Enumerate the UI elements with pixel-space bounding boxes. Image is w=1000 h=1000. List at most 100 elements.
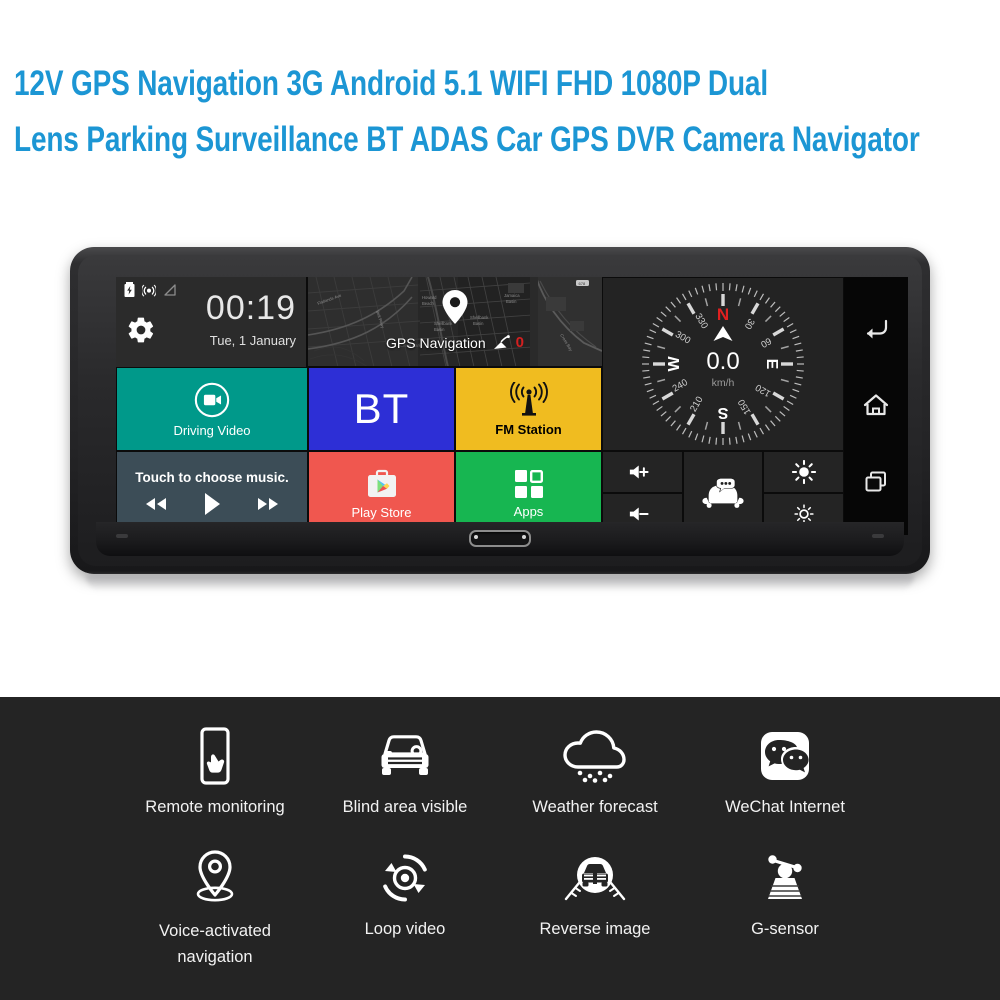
next-track-icon[interactable] xyxy=(256,496,280,512)
compass-widget[interactable]: N E S W 30 60 120 150 210 240 300 330 0.… xyxy=(602,277,844,451)
feature-icon-wrap xyxy=(759,725,811,787)
svg-text:Shellbank: Shellbank xyxy=(470,315,489,320)
volume-down-icon xyxy=(630,507,649,521)
back-button[interactable] xyxy=(863,318,889,340)
svg-text:Beach: Beach xyxy=(422,301,435,306)
compass-speed-unit: km/h xyxy=(712,377,735,389)
tile-label: Apps xyxy=(513,503,544,519)
product-title-line-1: 12V GPS Navigation 3G Android 5.1 WIFI F… xyxy=(14,64,768,103)
compass-speed-value: 0.0 xyxy=(706,348,739,375)
compass-graphic: N E S W 30 60 120 150 210 240 300 330 0.… xyxy=(603,278,843,450)
signal-strength-icon xyxy=(164,283,176,296)
bezel-camera-slot xyxy=(469,530,531,547)
feature-icon-wrap xyxy=(562,725,628,787)
feature-loop-video: Loop video xyxy=(310,847,500,970)
video-camera-icon xyxy=(194,382,230,417)
feature-label: Weather forecast xyxy=(532,798,658,816)
tile-driving-video[interactable]: Driving Video xyxy=(116,367,308,451)
recent-apps-button[interactable] xyxy=(864,470,888,494)
compass-south-label: S xyxy=(717,404,728,421)
screen-right-column: N E S W 30 60 120 150 210 240 300 330 0.… xyxy=(602,277,844,535)
volume-up-icon xyxy=(630,465,649,479)
satellite-count: 0 xyxy=(515,334,524,351)
play-store-icon xyxy=(367,469,396,497)
brightness-high-icon xyxy=(791,460,816,484)
wifi-hotspot-icon xyxy=(142,284,156,296)
feature-icon-wrap xyxy=(193,725,237,787)
product-title-line-2: Lens Parking Surveillance BT ADAS Car GP… xyxy=(14,120,920,159)
device-screen: 00:19 Tue, 1 January Driving Video Touch… xyxy=(116,277,908,535)
feature-label: WeChat Internet xyxy=(725,798,845,816)
loop-recording-icon xyxy=(383,854,427,902)
feature-remote-monitoring: Remote monitoring xyxy=(120,725,310,818)
car-front-icon xyxy=(381,735,429,775)
recent-apps-icon xyxy=(865,471,886,492)
feature-label: Blind area visible xyxy=(342,798,468,816)
feature-g-sensor: G-sensor xyxy=(690,847,880,970)
map-caption: GPS Navigation 0 xyxy=(308,334,602,351)
feature-label: Remote monitoring xyxy=(145,798,285,816)
location-pin-icon xyxy=(196,850,234,902)
screen-middle-column: Flatlands Ave Belt Pkwy Howard Beach She… xyxy=(308,277,602,535)
previous-track-icon[interactable] xyxy=(144,496,168,512)
radio-tower-icon xyxy=(509,381,548,416)
tile-label: Play Store xyxy=(351,504,412,520)
g-sensor-icon xyxy=(768,855,802,899)
feature-icon-wrap xyxy=(189,847,241,909)
tile-fm-station[interactable]: FM Station xyxy=(455,367,602,451)
bluetooth-label: BT xyxy=(353,385,410,432)
feature-voice-activated-navigation: Voice-activated navigation xyxy=(120,847,310,970)
tile-bluetooth[interactable]: BT xyxy=(308,367,455,451)
phone-touch-icon xyxy=(200,727,230,785)
clock-time: 00:19 xyxy=(205,289,296,327)
device-reflection xyxy=(86,575,914,591)
settings-button[interactable] xyxy=(126,315,156,350)
feature-weather-forecast: Weather forecast xyxy=(500,725,690,818)
cloud-rain-icon xyxy=(563,730,626,783)
car-dvr-device: 00:19 Tue, 1 January Driving Video Touch… xyxy=(70,247,930,574)
feature-label: Loop video xyxy=(364,920,446,938)
apps-grid-icon xyxy=(514,469,543,498)
feature-reverse-image: Reverse image xyxy=(500,847,690,970)
volume-up-button[interactable] xyxy=(602,451,683,493)
screen-left-column: 00:19 Tue, 1 January Driving Video Touch… xyxy=(116,277,308,535)
music-player-controls xyxy=(144,492,280,516)
bezel-vent-right xyxy=(872,534,884,538)
gear-icon xyxy=(128,317,154,343)
home-button[interactable] xyxy=(863,393,889,417)
bezel-vent-left xyxy=(116,534,128,538)
device-bezel: 00:19 Tue, 1 January Driving Video Touch… xyxy=(78,255,922,566)
svg-text:Howard: Howard xyxy=(422,295,437,300)
play-icon[interactable] xyxy=(202,492,222,516)
compass-west-label: W xyxy=(666,356,683,372)
feature-icon-wrap xyxy=(563,847,627,909)
wechat-icon xyxy=(761,732,809,780)
tile-label: FM Station xyxy=(495,421,562,437)
feature-label: Voice-activated navigation xyxy=(159,922,271,966)
compass-east-label: E xyxy=(763,359,780,370)
svg-text:Jamaica: Jamaica xyxy=(504,293,520,298)
clock-widget[interactable]: 00:19 Tue, 1 January xyxy=(116,277,308,367)
tile-label: Driving Video xyxy=(173,422,251,438)
feature-blind-area-visible: Blind area visible xyxy=(310,725,500,818)
status-bar xyxy=(124,282,176,297)
gps-navigation-label: GPS Navigation xyxy=(386,334,486,351)
feature-label: Reverse image xyxy=(539,920,651,938)
music-player-title: Touch to choose music. xyxy=(135,470,289,485)
android-navigation-bar xyxy=(844,277,908,535)
tile-row-middle: BT FM Station xyxy=(308,367,602,451)
reverse-camera-icon xyxy=(564,857,626,901)
tile-gps-navigation[interactable]: Flatlands Ave Belt Pkwy Howard Beach She… xyxy=(308,277,602,367)
brightness-up-button[interactable] xyxy=(763,451,844,493)
feature-row-1: Remote monitoring Blind area visible Wea… xyxy=(120,725,880,818)
battery-charging-icon xyxy=(124,282,135,297)
home-icon xyxy=(863,394,889,416)
device-bottom-bezel xyxy=(96,522,904,556)
clock-date: Tue, 1 January xyxy=(209,333,296,348)
svg-text:Basin: Basin xyxy=(434,327,445,332)
satellite-dish-icon xyxy=(493,334,510,349)
feature-icon-wrap xyxy=(758,847,812,909)
compass-north-label: N xyxy=(717,305,729,324)
feature-wechat-internet: WeChat Internet xyxy=(690,725,880,818)
feature-row-2: Voice-activated navigation Loop video Re… xyxy=(120,847,880,970)
